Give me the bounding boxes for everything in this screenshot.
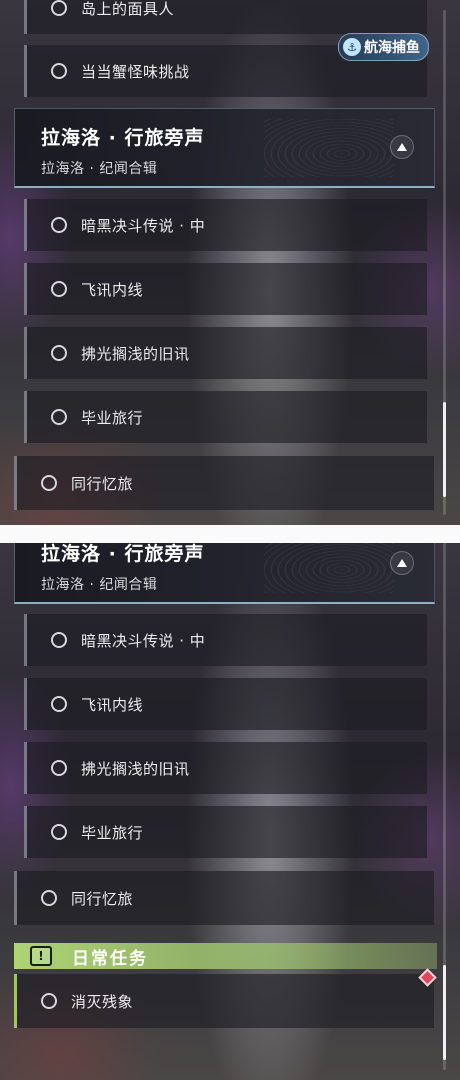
fishing-badge[interactable]: ⚓ 航海捕鱼 xyxy=(338,33,429,61)
quest-label: 拂光搁浅的旧讯 xyxy=(81,344,190,363)
quest-row[interactable]: 飞讯内线 xyxy=(24,678,427,730)
header-decoration xyxy=(264,543,394,593)
ring-icon xyxy=(51,760,67,776)
quest-label: 毕业旅行 xyxy=(81,823,144,842)
quest-label: 岛上的面具人 xyxy=(81,0,175,18)
quest-row[interactable]: 同行忆旅 xyxy=(14,871,434,925)
quest-label: 暗黑决斗传说 · 中 xyxy=(81,216,206,235)
ring-icon xyxy=(41,475,57,491)
alert-icon: ! xyxy=(30,946,52,966)
quest-row[interactable]: 岛上的面具人 xyxy=(24,0,427,34)
scrollbar-thumb[interactable] xyxy=(443,402,446,497)
ring-icon xyxy=(41,993,57,1009)
quest-row[interactable]: 飞讯内线 xyxy=(24,263,427,315)
ring-icon xyxy=(51,281,67,297)
quest-row[interactable]: 暗黑决斗传说 · 中 xyxy=(24,199,427,251)
ring-icon xyxy=(51,0,67,16)
section-header[interactable]: 拉海洛 · 行旅旁声 拉海洛 · 纪闻合辑 xyxy=(14,108,435,188)
quest-label: 同行忆旅 xyxy=(71,474,134,493)
quest-label: 飞讯内线 xyxy=(81,695,144,714)
quest-row[interactable]: 同行忆旅 xyxy=(14,456,434,510)
badge-label: 航海捕鱼 xyxy=(364,40,420,56)
chevron-up-icon[interactable] xyxy=(390,551,414,575)
chevron-up-icon[interactable] xyxy=(390,135,414,159)
scrollbar[interactable] xyxy=(443,543,446,1070)
ring-icon xyxy=(51,632,67,648)
ring-icon xyxy=(51,824,67,840)
daily-quest-header[interactable]: ! 日常任务 xyxy=(14,943,437,969)
ring-icon xyxy=(51,696,67,712)
quest-row[interactable]: 暗黑决斗传说 · 中 xyxy=(24,614,427,666)
section-header[interactable]: 拉海洛 · 行旅旁声 拉海洛 · 纪闻合辑 xyxy=(14,543,435,604)
scrollbar[interactable] xyxy=(443,10,446,515)
header-decoration xyxy=(264,119,394,177)
ring-icon xyxy=(51,217,67,233)
quest-row[interactable]: 拂光搁浅的旧讯 xyxy=(24,742,427,794)
quest-label: 飞讯内线 xyxy=(81,280,144,299)
quest-row[interactable]: 毕业旅行 xyxy=(24,391,427,443)
quest-row[interactable]: 毕业旅行 xyxy=(24,806,427,858)
ring-icon xyxy=(51,345,67,361)
scrollbar-thumb[interactable] xyxy=(443,965,446,1060)
quest-label: 消灭残象 xyxy=(71,992,134,1011)
quest-label: 拂光搁浅的旧讯 xyxy=(81,759,190,778)
quest-label: 毕业旅行 xyxy=(81,408,144,427)
quest-label: 当当蟹怪味挑战 xyxy=(81,62,190,81)
ring-icon xyxy=(51,63,67,79)
quest-label: 暗黑决斗传说 · 中 xyxy=(81,631,206,650)
quest-row[interactable]: 拂光搁浅的旧讯 xyxy=(24,327,427,379)
daily-quest-title: 日常任务 xyxy=(72,948,148,969)
ring-icon xyxy=(41,890,57,906)
ring-icon xyxy=(51,409,67,425)
quest-label: 同行忆旅 xyxy=(71,889,134,908)
fishing-icon: ⚓ xyxy=(343,38,361,56)
daily-quest-row[interactable]: 消灭残象 xyxy=(14,974,434,1028)
quest-list-panel-top: 岛上的面具人 当当蟹怪味挑战 ⚓ 航海捕鱼 拉海洛 · 行旅旁声 拉海洛 · 纪… xyxy=(0,0,460,525)
screenshot-divider xyxy=(0,525,460,543)
